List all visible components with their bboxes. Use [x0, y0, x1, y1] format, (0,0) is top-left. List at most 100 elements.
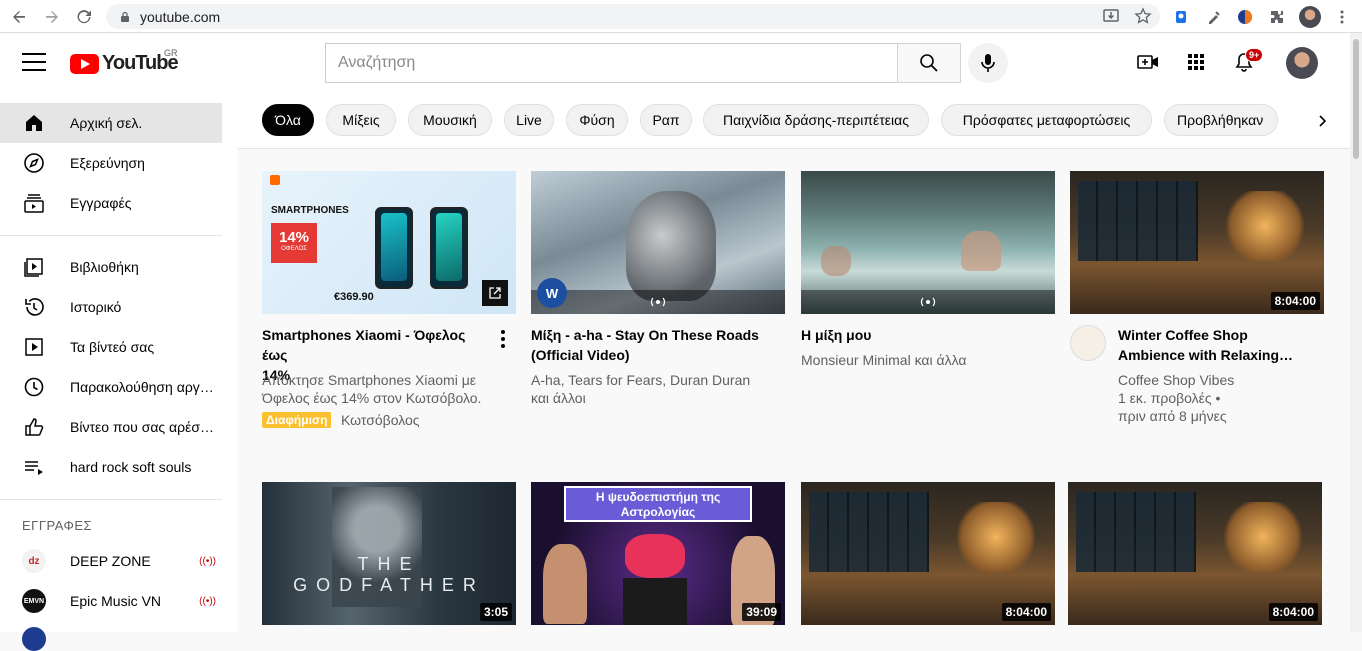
puzzle-icon[interactable] — [1264, 4, 1290, 29]
sidebar-item-subscriptions[interactable]: Εγγραφές — [0, 183, 222, 223]
thumbnail-figure — [821, 246, 851, 276]
video-card[interactable]: Η ψευδοεπιστήμη της Αστρολογίας 39:09 — [531, 482, 785, 632]
chip-nature[interactable]: Φύση — [566, 104, 628, 136]
video-title-line: Μίξη - a-ha - Stay On These Roads — [531, 327, 759, 343]
sidebar-item-label: Εξερεύνηση — [70, 155, 145, 171]
phone-image — [375, 207, 413, 289]
video-thumbnail[interactable]: W — [531, 171, 785, 314]
sidebar-item-history[interactable]: Ιστορικό — [0, 287, 222, 327]
youtube-logo[interactable]: YouTube GR — [70, 48, 179, 75]
description-line: Απόκτησε Smartphones Xiaomi με — [262, 372, 477, 388]
browser-menu-icon[interactable] — [1329, 4, 1355, 29]
your-videos-icon — [22, 335, 46, 359]
video-card[interactable]: Η μίξη μου Monsieur Minimal και άλλα — [801, 171, 1055, 421]
library-icon — [22, 255, 46, 279]
sidebar-item-label: Βιβλιοθήκη — [70, 259, 139, 275]
video-thumbnail[interactable]: 8:04:00 — [1068, 482, 1322, 625]
video-card[interactable]: 8:04:00 Winter Coffee Shop Ambience with… — [1070, 171, 1324, 431]
video-card-ad[interactable]: SMARTPHONES 14% ΟΦΕΛΟΣ €369.90 Smartphon… — [262, 171, 516, 441]
chevron-right-icon[interactable] — [1310, 109, 1334, 133]
thumbnail-figure — [543, 544, 587, 624]
sidebar-item-watch-later[interactable]: Παρακολούθηση αργότερα — [0, 367, 222, 407]
chip-recent-uploads[interactable]: Πρόσφατες μεταφορτώσεις — [941, 104, 1152, 136]
sidebar-item-playlist[interactable]: hard rock soft souls — [0, 447, 222, 487]
video-title[interactable]: Winter Coffee Shop Ambience with Relaxin… — [1118, 325, 1324, 365]
thumb-price: €369.90 — [334, 291, 374, 303]
install-icon[interactable] — [1102, 7, 1120, 30]
back-icon[interactable] — [5, 3, 33, 31]
view-count: 1 εκ. προβολές • — [1118, 390, 1221, 406]
sidebar-item-explore[interactable]: Εξερεύνηση — [0, 143, 222, 183]
thumbnail-figure — [623, 578, 687, 625]
apps-grid-icon[interactable] — [1184, 50, 1208, 74]
account-avatar[interactable] — [1286, 47, 1318, 79]
forward-icon[interactable] — [38, 3, 66, 31]
extension-orb-icon[interactable] — [1232, 4, 1258, 29]
chip-music[interactable]: Μουσική — [408, 104, 492, 136]
external-link-icon[interactable] — [482, 280, 508, 306]
bookmark-star-icon[interactable] — [1134, 7, 1152, 30]
sidebar-item-library[interactable]: Βιβλιοθήκη — [0, 247, 222, 287]
profile-avatar[interactable] — [1297, 4, 1323, 29]
sidebar-item-label: hard rock soft souls — [70, 459, 192, 475]
video-thumbnail[interactable]: THE GODFATHER 3:05 — [262, 482, 516, 625]
sidebar-item-label: Αρχική σελ. — [70, 115, 143, 131]
sidebar-item-label: Βίντεο που σας αρέσουν — [70, 419, 215, 435]
chip-rap[interactable]: Ραπ — [640, 104, 692, 136]
thumbnail-figure — [625, 534, 685, 578]
video-card[interactable]: 8:04:00 — [1068, 482, 1322, 632]
chip-all[interactable]: Όλα — [262, 104, 314, 136]
video-card[interactable]: 8:04:00 — [801, 482, 1055, 632]
filter-chips-bar: Όλα Μίξεις Μουσική Live Φύση Ραπ Παιχνίδ… — [238, 91, 1350, 149]
reload-icon[interactable] — [70, 3, 98, 31]
sidebar-item-label: Epic Music VN — [70, 593, 162, 609]
sidebar-item-your-videos[interactable]: Τα βίντεό σας — [0, 327, 222, 367]
chip-action-adventure-games[interactable]: Παιχνίδια δράσης-περιπέτειας — [703, 104, 929, 136]
channel-avatar[interactable] — [1070, 325, 1106, 361]
thumbnail-window — [1078, 181, 1198, 261]
meta-line: A-ha, Tears for Fears, Duran Duran — [531, 372, 751, 388]
voice-search-button[interactable] — [968, 43, 1008, 83]
channel-avatar[interactable] — [22, 627, 46, 651]
more-options-icon[interactable] — [501, 330, 505, 348]
video-card[interactable]: W Μίξη - a-ha - Stay On These Roads (Off… — [531, 171, 785, 421]
eyedropper-icon[interactable] — [1201, 4, 1227, 29]
meta-line: και άλλοι — [531, 390, 586, 406]
chip-mixes[interactable]: Μίξεις — [326, 104, 396, 136]
phone-image — [430, 207, 468, 289]
search-input[interactable] — [338, 54, 898, 72]
upload-date: πριν από 8 μήνες — [1118, 408, 1227, 424]
sidebar-item-home[interactable]: Αρχική σελ. — [0, 103, 222, 143]
thumbnail-figure — [626, 191, 716, 301]
sidebar-channel-deep-zone[interactable]: dz DEEP ZONE ((•)) — [0, 541, 222, 581]
page-scrollbar[interactable] — [1350, 33, 1362, 632]
chip-watched[interactable]: Προβλήθηκαν — [1164, 104, 1278, 136]
sidebar-divider — [0, 235, 222, 236]
video-thumbnail[interactable] — [801, 171, 1055, 314]
notification-count-badge: 9+ — [1245, 48, 1264, 62]
extension-icon[interactable] — [1168, 4, 1194, 29]
search-button[interactable] — [897, 43, 961, 83]
video-title[interactable]: Η μίξη μου — [801, 325, 1055, 345]
address-bar[interactable]: youtube.com — [106, 4, 1160, 29]
video-meta: A-ha, Tears for Fears, Duran Duran και ά… — [531, 371, 785, 407]
video-thumbnail[interactable]: 8:04:00 — [1070, 171, 1324, 314]
advertiser-name[interactable]: Κωτσόβολος — [341, 411, 420, 429]
sidebar-item-liked-videos[interactable]: Βίντεο που σας αρέσουν — [0, 407, 222, 447]
create-video-icon[interactable] — [1136, 50, 1160, 74]
channel-name[interactable]: Coffee Shop Vibes — [1118, 371, 1324, 389]
scrollbar-thumb[interactable] — [1353, 39, 1359, 159]
chip-live[interactable]: Live — [504, 104, 554, 136]
sidebar-channel-epic-music-vn[interactable]: EMVN Epic Music VN ((•)) — [0, 581, 222, 621]
hamburger-menu-icon[interactable] — [22, 53, 46, 71]
video-thumbnail[interactable]: Η ψευδοεπιστήμη της Αστρολογίας 39:09 — [531, 482, 785, 625]
video-thumbnail[interactable]: SMARTPHONES 14% ΟΦΕΛΟΣ €369.90 — [262, 171, 516, 314]
video-card[interactable]: THE GODFATHER 3:05 — [262, 482, 516, 632]
browser-toolbar: youtube.com — [0, 0, 1362, 33]
playlist-icon — [22, 455, 46, 479]
video-title-line: Winter Coffee Shop — [1118, 327, 1248, 343]
video-duration: 3:05 — [479, 603, 512, 621]
ad-badge: Διαφήμιση — [262, 412, 332, 428]
video-thumbnail[interactable]: 8:04:00 — [801, 482, 1055, 625]
video-title[interactable]: Μίξη - a-ha - Stay On These Roads (Offic… — [531, 325, 785, 365]
